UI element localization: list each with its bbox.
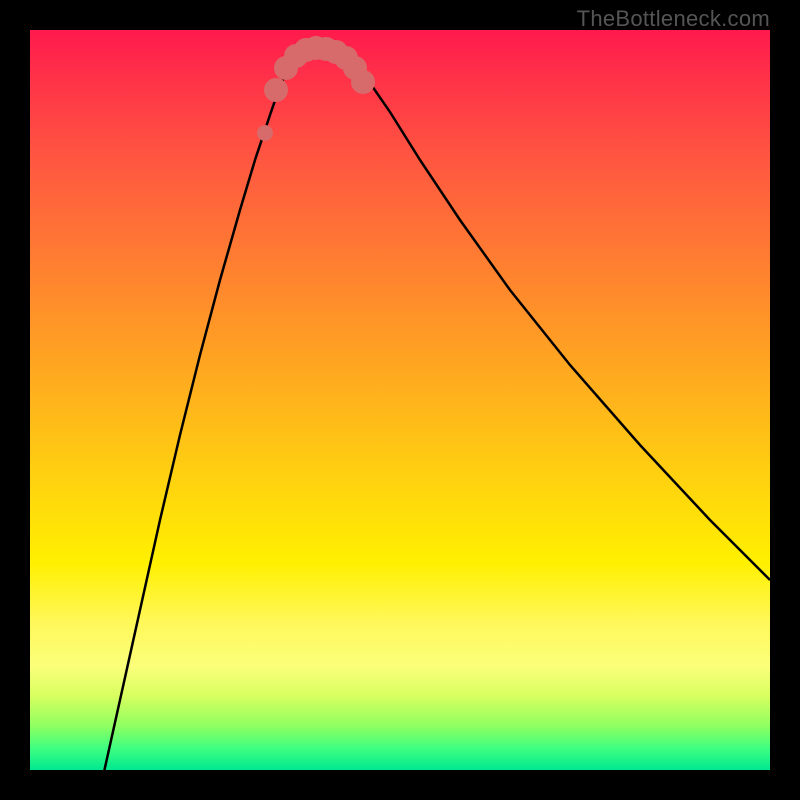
watermark-text: TheBottleneck.com <box>577 6 770 32</box>
marker-dot <box>257 125 273 141</box>
marker-dot <box>351 70 375 94</box>
chart-plot-area <box>30 30 770 770</box>
marker-dot <box>264 78 288 102</box>
marker-dots-group <box>257 36 375 141</box>
chart-svg <box>30 30 770 770</box>
bottleneck-curve <box>100 48 770 790</box>
